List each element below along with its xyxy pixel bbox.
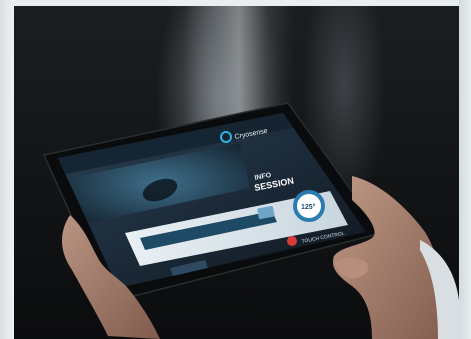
temperature-value: 125°: [301, 203, 316, 211]
stop-button[interactable]: [287, 236, 297, 246]
tablet: Cryosense INFO SESSION 125° TOUCH CONTRO…: [0, 0, 471, 339]
tablet-illustration: Cryosense INFO SESSION 125° TOUCH CONTRO…: [42, 102, 459, 339]
photo-scene: Cryosense INFO SESSION 125° TOUCH CONTRO…: [0, 0, 471, 339]
